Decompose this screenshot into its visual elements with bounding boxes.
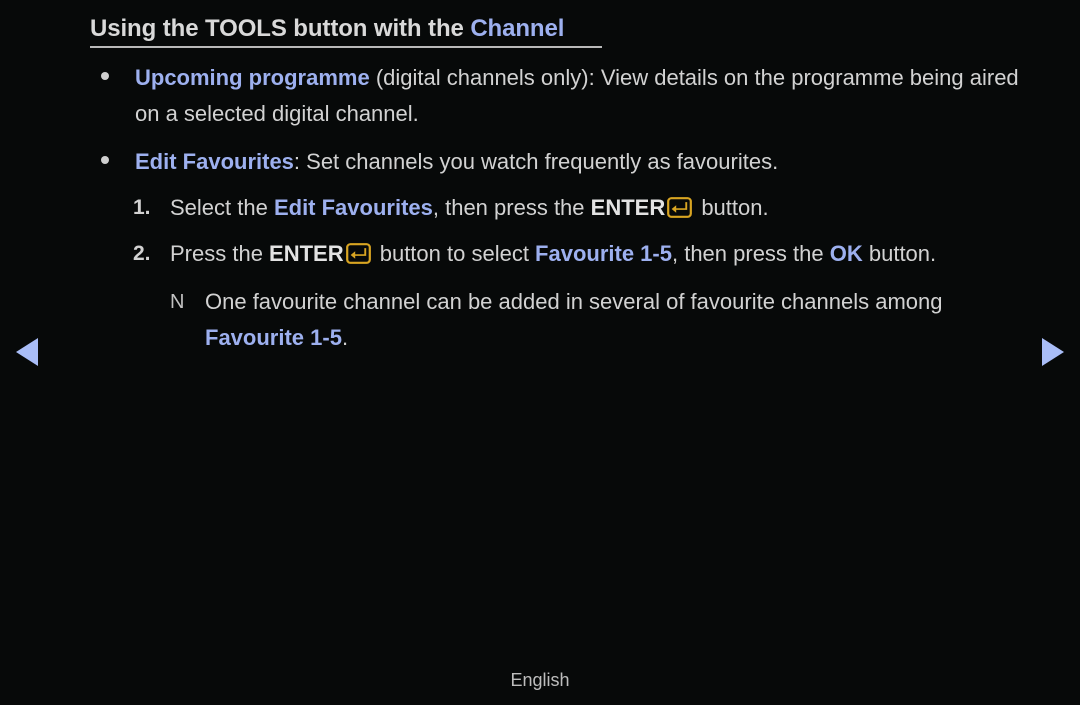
step-2-number: 2. xyxy=(133,242,151,265)
bullet-dot-icon xyxy=(101,156,109,164)
note-seg-0: One favourite channel can be added in se… xyxy=(205,289,943,314)
bullet-1-term: Upcoming programme xyxy=(135,65,370,90)
bullet-1-text: Upcoming programme (digital channels onl… xyxy=(135,60,1030,132)
step-2-seg-5: , then press the xyxy=(671,241,830,266)
step-2-ok-label: OK xyxy=(829,241,863,266)
bullet-2-description: : Set channels you watch frequently as f… xyxy=(293,149,779,174)
step-2-favourite-range: Favourite 1-5 xyxy=(535,241,672,266)
step-1-seg-5: button. xyxy=(695,195,769,220)
step-1-enter-label: ENTER xyxy=(590,195,666,220)
enter-key-icon xyxy=(345,243,371,264)
step-1-seg-2: , then press the xyxy=(432,195,591,220)
step-1-text: Select the Edit Favourites, then press t… xyxy=(170,190,1000,226)
numbered-step: 2. Press the ENTER button to select Favo… xyxy=(0,236,1080,272)
previous-page-arrow-icon[interactable] xyxy=(16,338,38,366)
page-title-text: Using the TOOLS button with the Channel xyxy=(90,15,602,42)
content-body: Upcoming programme (digital channels onl… xyxy=(0,60,1080,356)
page-title-lead: Using the TOOLS button with the xyxy=(90,15,471,42)
next-page-arrow-icon[interactable] xyxy=(1042,338,1064,366)
note-seg-2: . xyxy=(341,325,349,350)
note-block: N One favourite channel can be added in … xyxy=(0,284,1080,356)
note-favourite-range: Favourite 1-5 xyxy=(205,325,342,350)
numbered-step: 1. Select the Edit Favourites, then pres… xyxy=(0,190,1080,226)
note-text: One favourite channel can be added in se… xyxy=(205,284,995,356)
enter-key-icon xyxy=(667,197,693,218)
ebook-page: Using the TOOLS button with the Channel … xyxy=(0,0,1080,705)
list-item: Upcoming programme (digital channels onl… xyxy=(0,60,1080,132)
step-1-menu-name: Edit Favourites xyxy=(273,195,433,220)
step-2-text: Press the ENTER button to select Favouri… xyxy=(170,236,1000,272)
bullet-dot-icon xyxy=(101,72,109,80)
step-1-seg-0: Select the xyxy=(170,195,274,220)
list-item: Edit Favourites: Set channels you watch … xyxy=(0,144,1080,180)
bullet-2-text: Edit Favourites: Set channels you watch … xyxy=(135,144,1030,180)
note-marker-icon: N xyxy=(170,291,185,313)
page-title-highlight: Channel xyxy=(470,15,565,42)
step-2-seg-7: button. xyxy=(862,241,937,266)
footer-language-label: English xyxy=(510,670,570,690)
page-title: Using the TOOLS button with the Channel xyxy=(90,15,602,49)
bullet-2-term: Edit Favourites xyxy=(135,149,294,174)
step-2-seg-0: Press the xyxy=(170,241,270,266)
step-2-seg-3: button to select xyxy=(373,241,536,266)
step-1-number: 1. xyxy=(133,196,151,219)
step-2-enter-label: ENTER xyxy=(269,241,344,266)
